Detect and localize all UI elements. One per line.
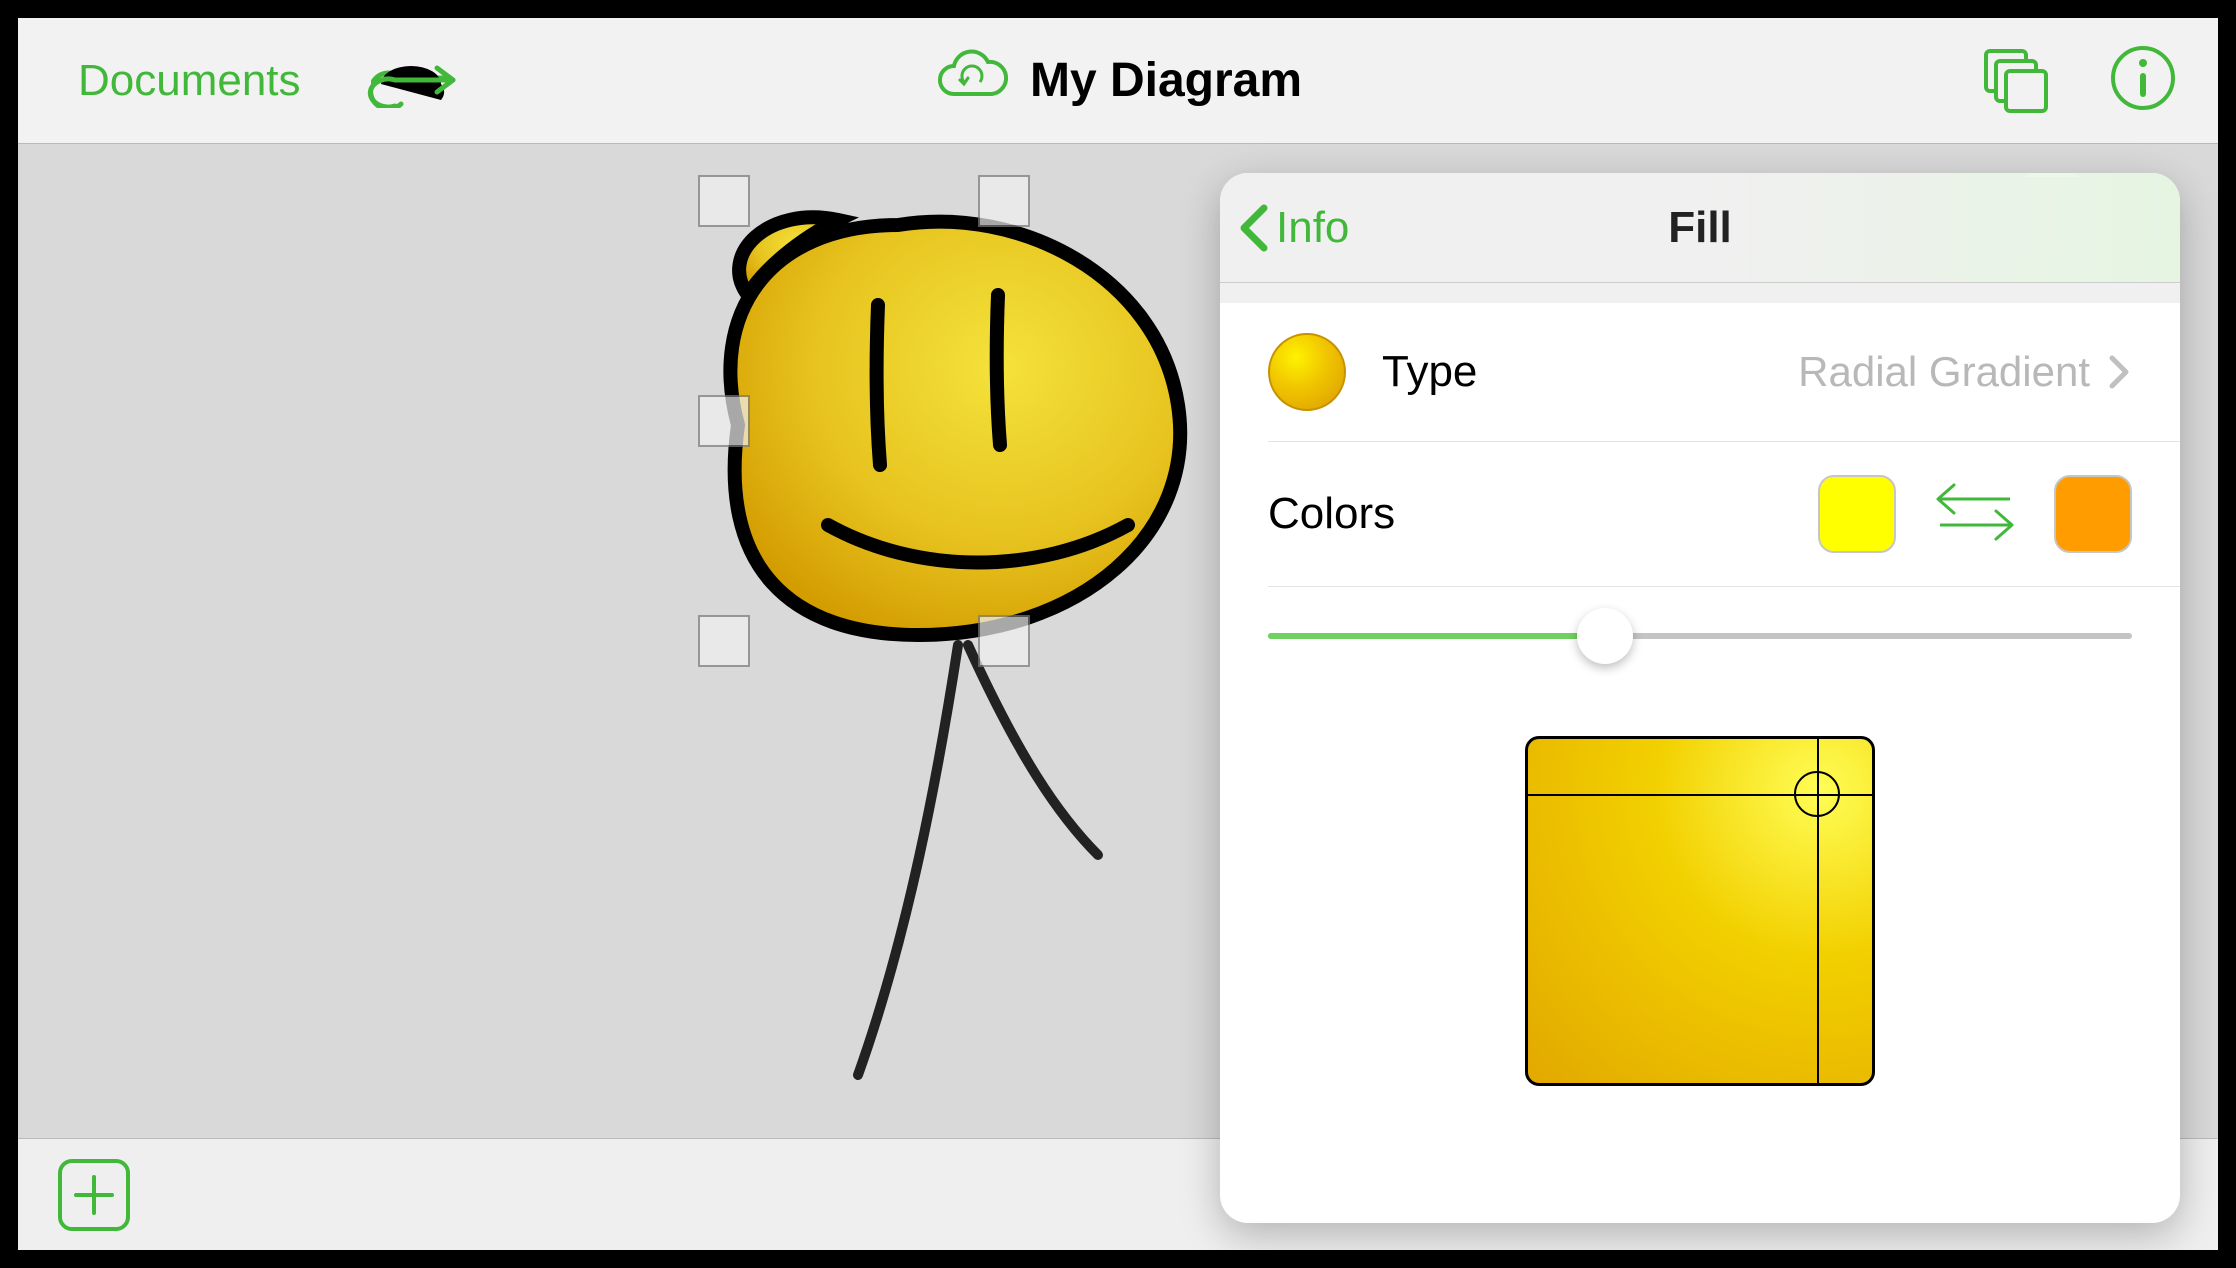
colors-row: Colors <box>1220 441 2180 586</box>
selection-handle[interactable] <box>978 615 1030 667</box>
add-shape-button[interactable] <box>58 1159 130 1231</box>
type-swatch-icon <box>1268 333 1346 411</box>
gradient-center-picker[interactable] <box>1525 736 1875 1086</box>
slider-fill <box>1268 633 1605 639</box>
back-to-info-button[interactable]: Info <box>1236 202 1349 254</box>
documents-button[interactable]: Documents <box>78 56 301 106</box>
top-toolbar: Documents My Diagram <box>18 18 2218 144</box>
fill-popover: Info Fill Type Radial Gradient Colors <box>1220 173 2180 1223</box>
popover-title: Fill <box>1668 203 1732 253</box>
fill-type-row[interactable]: Type Radial Gradient <box>1220 303 2180 441</box>
popover-header: Info Fill <box>1220 173 2180 283</box>
type-value: Radial Gradient <box>1798 348 2090 396</box>
selection-handle[interactable] <box>698 395 750 447</box>
swap-colors-button[interactable] <box>1920 471 2030 556</box>
info-button[interactable] <box>2108 43 2178 118</box>
type-label: Type <box>1382 347 1477 397</box>
document-title: My Diagram <box>1030 53 1302 108</box>
color-to-swatch[interactable] <box>2054 475 2132 553</box>
undo-button[interactable] <box>371 48 465 113</box>
selection-handle[interactable] <box>698 175 750 227</box>
chevron-left-icon <box>1236 202 1270 254</box>
color-from-swatch[interactable] <box>1818 475 1896 553</box>
back-label: Info <box>1276 203 1349 253</box>
crosshair-circle <box>1794 771 1840 817</box>
gradient-slider[interactable] <box>1268 633 2132 639</box>
chevron-right-icon <box>2108 352 2132 392</box>
layers-button[interactable] <box>1978 43 2048 118</box>
selection-handle[interactable] <box>978 175 1030 227</box>
cloud-sync-icon[interactable] <box>934 48 1010 113</box>
gradient-slider-row <box>1220 586 2180 706</box>
slider-thumb[interactable] <box>1577 608 1633 664</box>
selection-handle[interactable] <box>698 615 750 667</box>
colors-label: Colors <box>1268 489 1395 539</box>
